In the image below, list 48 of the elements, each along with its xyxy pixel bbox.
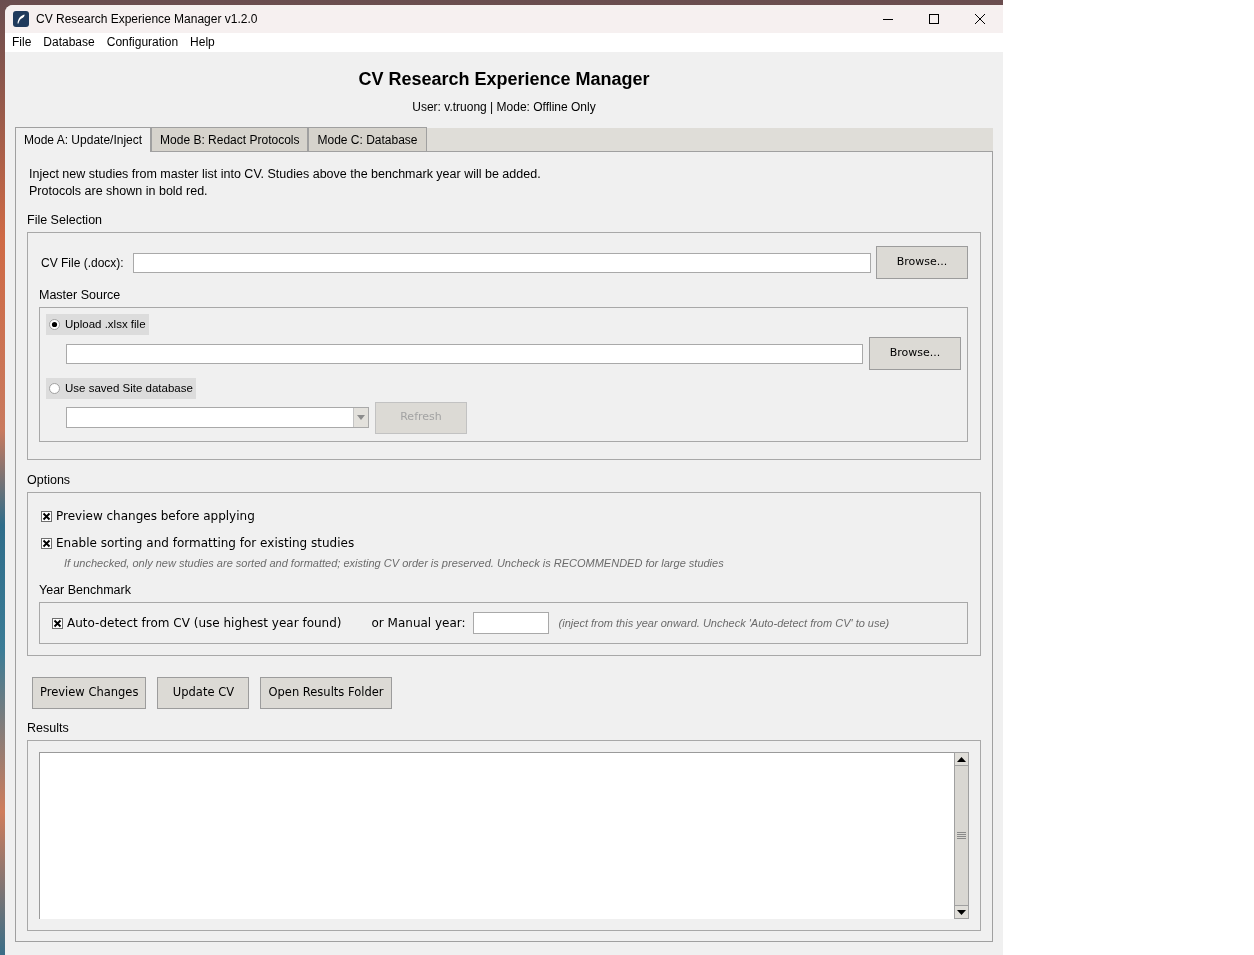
hint-text: (inject from this year onward. Uncheck 'Auto-detect from CV' to use) xyxy=(558,615,890,631)
maximize-icon xyxy=(929,14,939,24)
group-label: Results xyxy=(27,720,69,736)
feather-icon xyxy=(13,11,29,27)
checkbox[interactable]: Enable sorting and formatting for existing studies xyxy=(41,534,355,552)
file-path-field[interactable] xyxy=(66,343,863,364)
checkbox[interactable]: Preview changes before applying xyxy=(41,507,255,525)
grip-icon xyxy=(957,832,966,839)
menu-item[interactable]: File xyxy=(6,33,38,52)
preview-changes-button[interactable]: Preview Changes xyxy=(32,677,147,709)
radio-icon[interactable] xyxy=(49,319,60,330)
close-icon xyxy=(975,14,985,24)
checkbox-icon[interactable] xyxy=(41,537,52,549)
radio-button[interactable]: Use saved Site database xyxy=(46,378,196,399)
checkbox-icon[interactable] xyxy=(41,510,52,522)
group-label: Master Source xyxy=(39,287,121,303)
update-cv-button[interactable]: Update CV xyxy=(157,677,250,709)
menu-item[interactable]: Database xyxy=(37,33,101,52)
tab[interactable]: Mode C: Database xyxy=(308,127,427,151)
description-text: Inject new studies from master list into CV. Studies above the benchmark year will be added. Protocols are shown in bold red. xyxy=(29,166,541,200)
tab[interactable]: Mode A: Update/Inject xyxy=(15,127,152,152)
checkbox[interactable]: Auto-detect from CV (use highest year found) xyxy=(52,614,342,632)
user-mode-text: User: v.truong | Mode: Offline Only xyxy=(412,99,596,115)
group-label: File Selection xyxy=(27,212,103,228)
window-title: CV Research Experience Manager v1.2.0 xyxy=(36,11,258,28)
minimize-icon xyxy=(883,18,893,20)
menu-item[interactable]: Configuration xyxy=(100,33,185,52)
dropdown-arrow-icon xyxy=(357,415,365,420)
vertical-scrollbar[interactable] xyxy=(954,752,969,919)
radio-icon[interactable] xyxy=(49,383,60,394)
file-path-field[interactable] xyxy=(133,252,871,273)
group-label: Options xyxy=(27,472,71,488)
browse-button[interactable]: Browse... xyxy=(869,337,961,370)
browse-button[interactable]: Browse... xyxy=(876,246,968,279)
hint-text: If unchecked, only new studies are sorted and formatted; existing CV order is preserved. Uncheck is RECOMMENDED for large studies xyxy=(64,556,724,570)
menu-item[interactable]: Help xyxy=(184,33,221,52)
group-label: Year Benchmark xyxy=(39,582,131,598)
down-arrow-icon xyxy=(957,909,966,915)
field-label: or Manual year: xyxy=(371,615,466,632)
field-label: CV File (.docx): xyxy=(41,254,124,272)
radio-button[interactable]: Upload .xlsx file xyxy=(46,314,149,335)
checkbox-icon[interactable] xyxy=(52,617,63,629)
dropdown-field[interactable] xyxy=(66,407,369,428)
year-input[interactable] xyxy=(472,612,549,634)
up-arrow-icon xyxy=(957,756,966,762)
open-results-folder-button[interactable]: Open Results Folder xyxy=(260,677,392,709)
tab[interactable]: Mode B: Redact Protocols xyxy=(151,127,309,151)
app-heading: CV Research Experience Manager xyxy=(358,68,650,91)
